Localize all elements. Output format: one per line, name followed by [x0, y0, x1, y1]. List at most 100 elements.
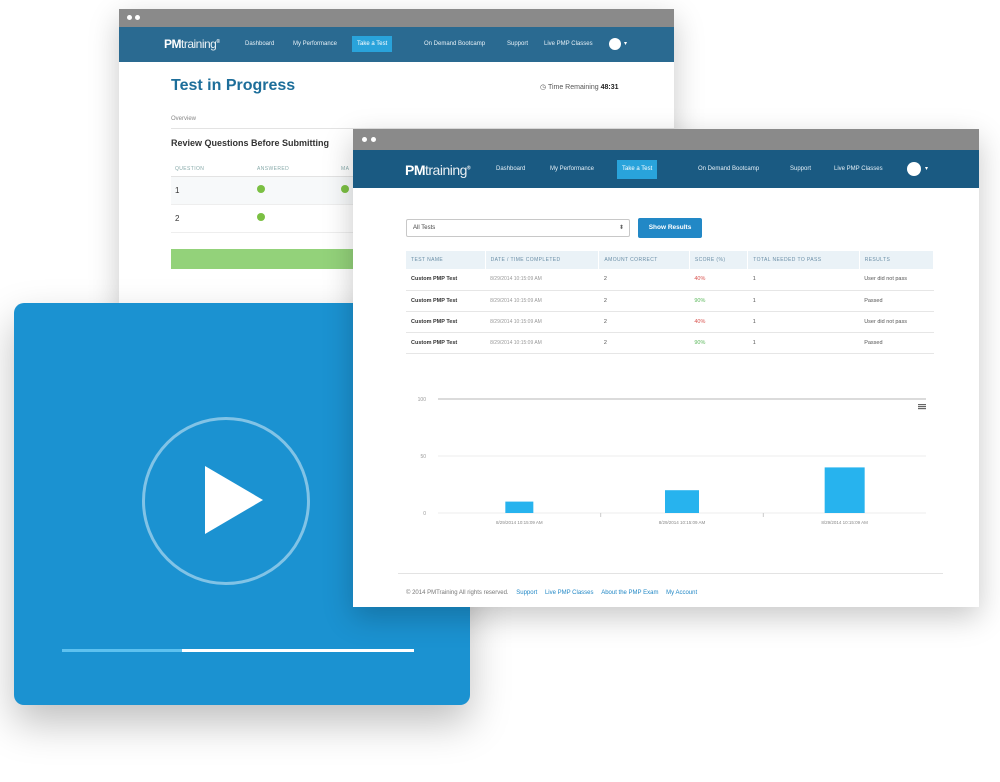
check-icon — [257, 185, 265, 193]
user-avatar-icon[interactable] — [609, 38, 621, 50]
column-header[interactable]: AMOUNT CORRECT — [598, 251, 690, 269]
footer-link-my-account[interactable]: My Account — [666, 590, 697, 596]
pmtraining-logo[interactable]: PMtraining® — [405, 162, 471, 178]
column-header[interactable]: TOTAL NEEDED TO PASS — [747, 251, 860, 269]
column-header[interactable]: RESULTS — [859, 251, 935, 269]
top-nav: PMtraining® Dashboard My Performance Tak… — [353, 150, 979, 188]
column-header[interactable]: SCORE (%) — [689, 251, 749, 269]
column-header: ANSWERED — [257, 166, 290, 172]
pmtraining-logo[interactable]: PMtraining® — [164, 37, 220, 51]
y-tick-label: 100 — [418, 397, 427, 403]
cell-needed: 1 — [747, 290, 860, 312]
check-icon — [257, 213, 265, 221]
nav-dashboard[interactable]: Dashboard — [496, 166, 525, 172]
user-avatar-icon[interactable] — [907, 162, 921, 176]
x-tick-label: 8/29/2014 10:15:09 AM — [496, 520, 543, 525]
nav-dashboard[interactable]: Dashboard — [245, 41, 274, 47]
question-number: 2 — [175, 214, 180, 223]
results-table: TEST NAME DATE / TIME COMPLETED AMOUNT COR… — [406, 251, 935, 354]
cell-date: 8/29/2014 10:15:09 AM — [485, 290, 599, 312]
show-results-button[interactable]: Show Results — [638, 218, 702, 238]
footer-divider — [398, 573, 943, 574]
window-titlebar — [119, 9, 674, 27]
nav-take-a-test[interactable]: Take a Test — [352, 36, 393, 52]
table-row[interactable]: Custom PMP Test 8/29/2014 10:15:09 AM 2 40%… — [406, 269, 934, 291]
footer-link-about-exam[interactable]: About the PMP Exam — [601, 590, 658, 596]
chart-bar — [505, 501, 534, 513]
table-body: Custom PMP Test 8/29/2014 10:15:09 AM 2 40%… — [406, 269, 934, 354]
x-tick-label: 8/29/2014 10:15:09 AM — [659, 520, 706, 525]
cell-name: Custom PMP Test — [406, 332, 486, 354]
cell-name: Custom PMP Test — [406, 311, 486, 333]
menu-line — [918, 404, 926, 406]
cell-needed: 1 — [747, 269, 860, 291]
nav-on-demand-bootcamp[interactable]: On Demand Bootcamp — [698, 166, 759, 172]
x-tick-label: 8/29/2014 10:15:09 AM — [821, 520, 868, 525]
top-nav: PMtraining® Dashboard My Performance Tak… — [119, 27, 674, 62]
nav-my-performance[interactable]: My Performance — [293, 41, 337, 47]
cell-name: Custom PMP Test — [406, 290, 486, 312]
window-dot — [362, 137, 367, 142]
nav-take-a-test[interactable]: Take a Test — [617, 160, 658, 179]
column-header: MA — [341, 166, 350, 172]
nav-support[interactable]: Support — [507, 41, 528, 47]
hamburger-menu-icon[interactable] — [918, 404, 926, 410]
cell-score: 90% — [689, 290, 748, 312]
chart-bar — [824, 467, 865, 513]
menu-line — [918, 406, 926, 408]
page-title: Test in Progress — [171, 77, 296, 94]
cell-date: 8/29/2014 10:15:09 AM — [485, 332, 599, 354]
footer: © 2014 PMTraining All rights reserved. S… — [406, 590, 697, 596]
nav-live-pmp-classes[interactable]: Live PMP Classes — [834, 166, 883, 172]
cell-result: Passed — [859, 290, 934, 312]
clock-icon: ◷ — [540, 84, 547, 91]
table-row[interactable]: Custom PMP Test 8/29/2014 10:15:09 AM 2 40%… — [406, 311, 934, 333]
video-progress-played — [62, 649, 182, 652]
footer-link-live-classes[interactable]: Live PMP Classes — [545, 590, 594, 596]
test-filter-select[interactable]: All Tests ⬍ — [406, 219, 630, 237]
play-icon[interactable] — [205, 466, 263, 534]
column-header[interactable]: TEST NAME — [406, 251, 486, 269]
cell-score: 40% — [689, 311, 748, 333]
nav-live-pmp-classes[interactable]: Live PMP Classes — [544, 41, 593, 47]
window-dot — [371, 137, 376, 142]
cell-result: Passed — [859, 332, 934, 354]
window-dot — [135, 15, 140, 20]
cell-needed: 1 — [747, 311, 860, 333]
time-remaining: ◷ Time Remaining 48:31 — [540, 84, 619, 91]
cell-score: 90% — [689, 332, 748, 354]
cell-name: Custom PMP Test — [406, 269, 486, 291]
cell-date: 8/29/2014 10:15:09 AM — [485, 311, 599, 333]
column-header: QUESTION — [175, 166, 205, 172]
chevron-down-icon[interactable]: ▾ — [624, 40, 627, 47]
video-progress-track[interactable] — [62, 649, 414, 652]
chevron-down-icon[interactable]: ▾ — [925, 165, 928, 172]
table-row[interactable]: Custom PMP Test 8/29/2014 10:15:09 AM 2 90%… — [406, 332, 934, 354]
chart-bar — [665, 490, 699, 513]
footer-link-support[interactable]: Support — [516, 590, 537, 596]
y-tick-label: 50 — [420, 454, 426, 460]
cell-date: 8/29/2014 10:15:09 AM — [485, 269, 599, 291]
table-row[interactable]: Custom PMP Test 8/29/2014 10:15:09 AM 2 90%… — [406, 290, 934, 312]
cell-correct: 2 — [598, 290, 690, 312]
nav-on-demand-bootcamp[interactable]: On Demand Bootcamp — [424, 41, 485, 47]
nav-my-performance[interactable]: My Performance — [550, 166, 594, 172]
review-heading: Review Questions Before Submitting — [171, 138, 330, 148]
table-header-row: TEST NAME DATE / TIME COMPLETED AMOUNT COR… — [406, 251, 935, 269]
cell-score: 40% — [689, 269, 748, 291]
copyright: © 2014 PMTraining All rights reserved. — [406, 590, 509, 596]
test-results-window: PMtraining® Dashboard My Performance Tak… — [353, 129, 979, 607]
overview-label: Overview — [171, 116, 197, 122]
window-dot — [127, 15, 132, 20]
nav-support[interactable]: Support — [790, 166, 811, 172]
cell-result: User did not pass — [859, 311, 934, 333]
column-header[interactable]: DATE / TIME COMPLETED — [485, 251, 600, 269]
cell-result: User did not pass — [859, 269, 934, 291]
results-bar-chart: 100 50 0 8/29/2014 10:15:09 AM 8/29/2014 10:… — [418, 397, 926, 525]
y-tick-label: 0 — [423, 511, 426, 517]
cell-correct: 2 — [598, 332, 690, 354]
select-arrow-icon: ⬍ — [618, 225, 624, 231]
cell-needed: 1 — [747, 332, 860, 354]
window-titlebar — [353, 129, 979, 150]
cell-correct: 2 — [598, 269, 690, 291]
